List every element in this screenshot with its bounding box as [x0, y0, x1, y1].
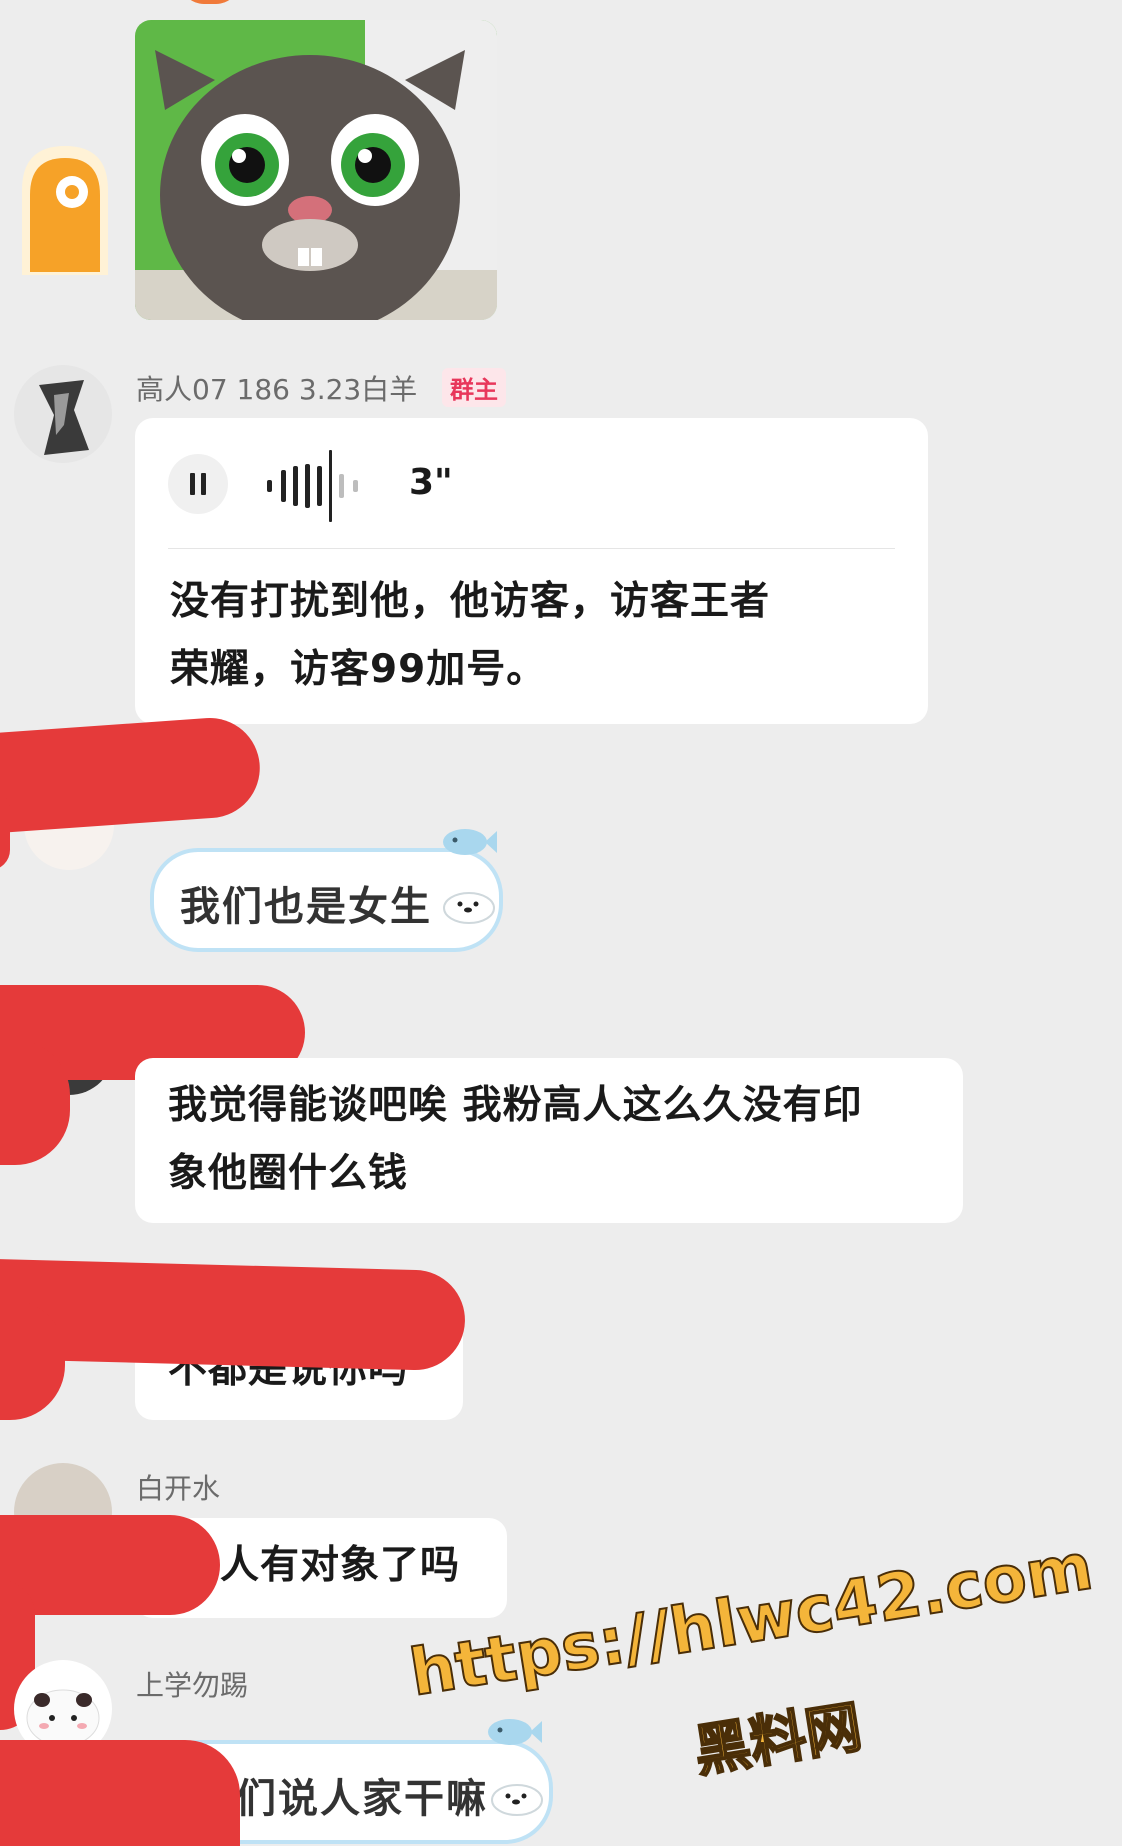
cat-sticker-image[interactable] [135, 20, 497, 320]
seal-icon-2 [491, 1784, 543, 1816]
sender-name: 高人07 186 3.23白羊 [136, 373, 418, 406]
fish-icon-2 [488, 1719, 542, 1745]
message-text-5: 人有对象了吗 [220, 1543, 461, 1588]
watermark-url: https://hlwc42.com [404, 1529, 1099, 1712]
door-icon [22, 146, 108, 275]
redaction-mark-3 [0, 1258, 467, 1372]
transcript-line-1: 没有打扰到他，他访客，访客王者 [170, 579, 771, 624]
transcript-line-2: 荣耀，访客99加号。 [170, 647, 547, 692]
redaction-mark-1 [0, 714, 264, 836]
text-message-bubble-3[interactable]: 我觉得能谈吧唉 我粉高人这么久没有印 象他圈什么钱 [135, 1058, 963, 1223]
voice-divider [168, 548, 895, 549]
talking-cat-icon [135, 20, 497, 320]
cloud-sticker-bubble[interactable]: 我们也是女生 [150, 829, 503, 952]
voice-message-bubble[interactable]: 3" 没有打扰到他，他访客，访客王者 荣耀，访客99加号。 [135, 418, 928, 724]
sender-name-shangxuewuti: 上学勿踢 [136, 1669, 249, 1702]
sender-name-baikaishui: 白开水 [136, 1472, 221, 1505]
fish-icon [443, 829, 497, 855]
cloud-message-text: 我们也是女生 [180, 884, 432, 930]
message-3-line-2: 象他圈什么钱 [168, 1151, 409, 1196]
play-pause-icon [190, 473, 206, 495]
door-sticker-avatar[interactable] [14, 140, 116, 275]
voice-wave-icon [267, 450, 358, 522]
redaction-mark-1b [0, 790, 10, 870]
avatar-group-owner[interactable] [14, 365, 112, 463]
watermark-site-name: 黑料网 [689, 1694, 867, 1786]
voice-duration: 3" [409, 462, 453, 503]
voice-transcript: 没有打扰到他，他访客，访客王者 荣耀，访客99加号。 [170, 568, 900, 704]
voice-play-button[interactable] [168, 454, 228, 514]
redaction-mark-5 [0, 1740, 240, 1846]
top-partial-avatar[interactable] [180, 0, 240, 4]
avatar-figure-icon [39, 380, 89, 455]
group-owner-badge: 群主 [442, 368, 506, 407]
seal-icon [443, 892, 495, 924]
redaction-mark-4 [0, 1515, 220, 1615]
cloud-message-text-6: 们说人家干嘛 [236, 1776, 488, 1822]
message-text-3: 我觉得能谈吧唉 我粉高人这么久没有印 象他圈什么钱 [168, 1072, 958, 1208]
message-3-line-1: 我觉得能谈吧唉 我粉高人这么久没有印 [168, 1083, 863, 1128]
